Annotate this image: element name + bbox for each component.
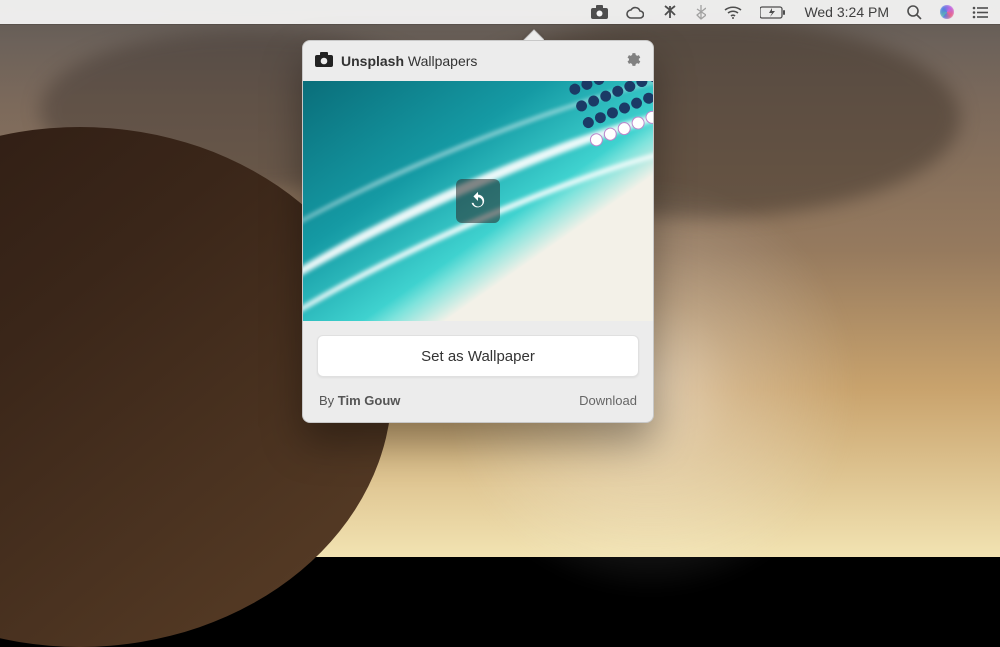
popover-arrow [522, 28, 544, 40]
cloud-icon[interactable] [626, 6, 644, 19]
product-name: Wallpapers [408, 53, 478, 69]
branch-icon[interactable] [662, 4, 678, 20]
author-name[interactable]: Tim Gouw [338, 393, 401, 408]
byline-prefix: By [319, 393, 338, 408]
menu-bar: Wed 3:24 PM [0, 0, 1000, 24]
popover-title: Unsplash Wallpapers [341, 53, 616, 69]
list-icon[interactable] [972, 6, 988, 19]
set-wallpaper-button[interactable]: Set as Wallpaper [317, 335, 639, 377]
brand-name: Unsplash [341, 53, 404, 69]
byline: By Tim Gouw [319, 393, 400, 408]
menu-datetime[interactable]: Wed 3:24 PM [804, 4, 889, 20]
action-row: Set as Wallpaper [303, 321, 653, 385]
camera-icon [315, 52, 333, 70]
refresh-button[interactable] [456, 179, 500, 223]
popover-footer: By Tim Gouw Download [303, 385, 653, 422]
settings-button[interactable] [624, 51, 641, 71]
search-icon[interactable] [907, 5, 922, 20]
unsplash-popover: Unsplash Wallpapers Set as Wallpa [302, 28, 652, 423]
battery-charging-icon[interactable] [760, 6, 786, 19]
download-link[interactable]: Download [579, 393, 637, 408]
camera-icon[interactable] [591, 5, 608, 19]
popover-panel: Unsplash Wallpapers Set as Wallpa [302, 40, 654, 423]
popover-header: Unsplash Wallpapers [303, 41, 653, 81]
wallpaper-preview[interactable] [303, 81, 653, 321]
siri-icon[interactable] [940, 5, 954, 19]
wifi-icon[interactable] [724, 6, 742, 19]
bluetooth-icon[interactable] [696, 4, 706, 20]
